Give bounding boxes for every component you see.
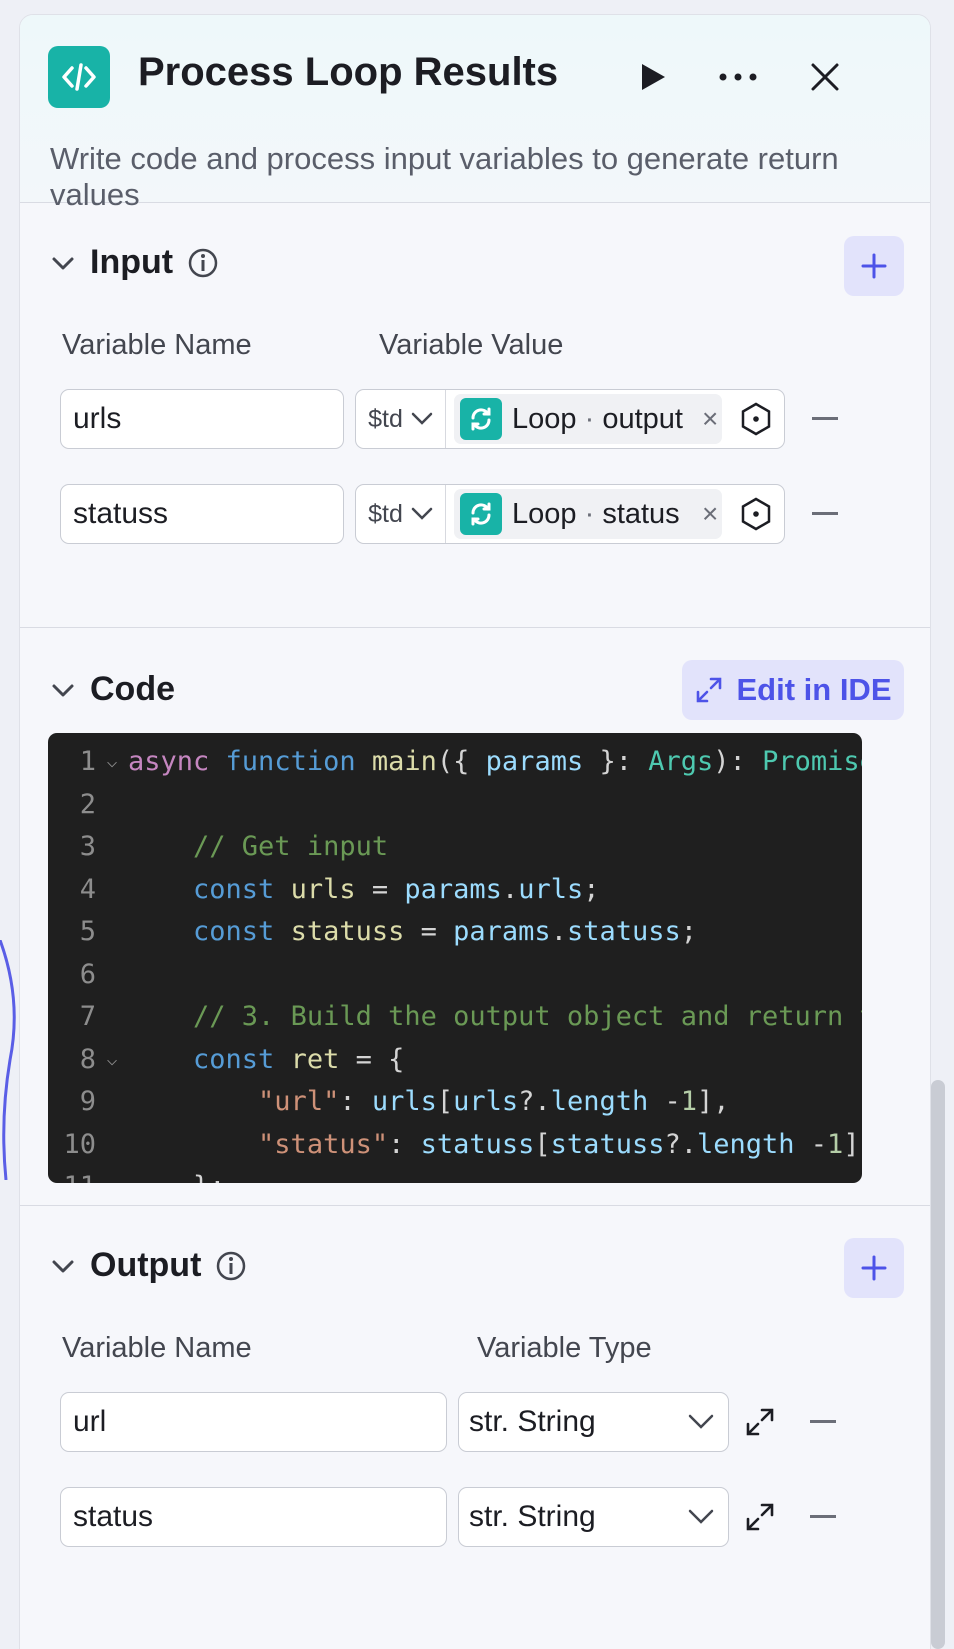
- plus-icon: [861, 253, 887, 279]
- expand-icon: [746, 1503, 774, 1531]
- edit-in-ide-button[interactable]: Edit in IDE: [682, 660, 904, 720]
- code-section: Code Edit in IDE 1 ⌵ async function main({…: [20, 628, 930, 1206]
- panel-scrollbar[interactable]: [931, 1080, 945, 1649]
- code-editor[interactable]: 1 ⌵ async function main({ params }: Args):…: [48, 733, 862, 1183]
- reference-picker-icon[interactable]: [736, 399, 776, 439]
- chevron-down-icon: [411, 507, 433, 520]
- expand-output-button[interactable]: [738, 1495, 782, 1539]
- node-title[interactable]: Process Loop Results: [138, 50, 558, 95]
- clear-reference-icon[interactable]: ×: [702, 403, 718, 435]
- remove-output-button[interactable]: [801, 1400, 845, 1444]
- run-button[interactable]: [629, 53, 677, 101]
- variable-reference-chip[interactable]: Loop · status ×: [454, 489, 722, 539]
- remove-input-button[interactable]: [803, 492, 847, 536]
- input-section-title: Input: [90, 243, 174, 281]
- code-line: 7 // 3. Build the output object and retu…: [79, 1001, 862, 1032]
- info-icon[interactable]: [215, 1250, 247, 1282]
- code-line: 11 };: [48, 1165, 225, 1183]
- value-type-select[interactable]: $td: [356, 485, 446, 543]
- input-col-name-label: Variable Name: [62, 329, 252, 361]
- canvas-connection-edge: [0, 940, 16, 1180]
- code-line: 6: [79, 959, 96, 990]
- info-icon[interactable]: [187, 247, 219, 279]
- code-line: 8 ⌵ const ret = {: [79, 1044, 405, 1075]
- code-line: 1 ⌵ async function main({ params }: Args):…: [79, 746, 862, 777]
- variable-reference-chip[interactable]: Loop · output ×: [454, 394, 722, 444]
- code-line: 9 "url": urls[urls?.length -1],: [79, 1086, 730, 1117]
- plus-icon: [861, 1255, 887, 1281]
- code-line: 3 // Get input: [79, 831, 389, 862]
- value-type-label: $td: [368, 404, 403, 433]
- reference-label: Loop · output: [512, 402, 683, 435]
- output-section-title: Output: [90, 1246, 202, 1284]
- clear-reference-icon[interactable]: ×: [702, 498, 718, 530]
- ellipsis-icon: [719, 73, 757, 81]
- output-variable-type-select[interactable]: str. String: [458, 1392, 729, 1452]
- add-input-button[interactable]: [844, 236, 904, 296]
- expand-icon: [696, 677, 721, 703]
- input-variable-name-field[interactable]: statuss: [60, 484, 344, 544]
- play-icon: [642, 64, 665, 90]
- loop-node-icon: [460, 398, 502, 440]
- remove-input-button[interactable]: [803, 397, 847, 441]
- output-col-type-label: Variable Type: [477, 1332, 652, 1364]
- remove-output-button[interactable]: [801, 1495, 845, 1539]
- minus-icon: [812, 417, 838, 420]
- reference-label: Loop · status: [512, 497, 680, 530]
- more-options-button[interactable]: [714, 53, 762, 101]
- input-variable-name-field[interactable]: urls: [60, 389, 344, 449]
- input-col-value-label: Variable Value: [379, 329, 564, 361]
- output-section: Output Variable Name Variable Type url s…: [20, 1206, 930, 1649]
- output-type-label: str. String: [469, 1500, 596, 1533]
- code-line: 5 const statuss = params.statuss;: [79, 916, 698, 947]
- expand-icon: [746, 1408, 774, 1436]
- close-icon: [811, 63, 839, 91]
- minus-icon: [810, 1515, 836, 1518]
- input-variable-value-field: $td Loop · output ×: [355, 389, 785, 449]
- chevron-down-icon[interactable]: [50, 250, 76, 276]
- input-section: Input Variable Name Variable Value urls …: [20, 203, 930, 628]
- code-line: 2: [79, 789, 96, 820]
- reference-picker-icon[interactable]: [736, 494, 776, 534]
- loop-node-icon: [460, 493, 502, 535]
- add-output-button[interactable]: [844, 1238, 904, 1298]
- output-variable-name-field[interactable]: url: [60, 1392, 447, 1452]
- close-button[interactable]: [801, 53, 849, 101]
- output-type-label: str. String: [469, 1405, 596, 1438]
- input-variable-value-field: $td Loop · status ×: [355, 484, 785, 544]
- node-config-panel: Process Loop Results Write code and proc…: [19, 14, 931, 1649]
- output-section-header[interactable]: Output: [50, 1246, 247, 1285]
- output-col-name-label: Variable Name: [62, 1332, 252, 1364]
- chevron-down-icon[interactable]: [50, 677, 76, 703]
- code-line: 10 "status": statuss[statuss?.length -1]…: [63, 1129, 862, 1160]
- minus-icon: [810, 1420, 836, 1423]
- output-variable-name-field[interactable]: status: [60, 1487, 447, 1547]
- chevron-down-icon: [688, 1414, 714, 1429]
- code-section-header[interactable]: Code: [50, 670, 175, 709]
- code-node-icon: [48, 46, 110, 108]
- value-type-label: $td: [368, 499, 403, 528]
- expand-output-button[interactable]: [738, 1400, 782, 1444]
- output-variable-type-select[interactable]: str. String: [458, 1487, 729, 1547]
- chevron-down-icon: [411, 412, 433, 425]
- code-line: 4 const urls = params.urls;: [79, 874, 600, 905]
- code-section-title: Code: [90, 670, 175, 708]
- input-section-header[interactable]: Input: [50, 243, 219, 282]
- minus-icon: [812, 512, 838, 515]
- edit-in-ide-label: Edit in IDE: [736, 672, 892, 707]
- panel-header: Process Loop Results Write code and proc…: [20, 15, 930, 212]
- value-type-select[interactable]: $td: [356, 390, 446, 448]
- chevron-down-icon[interactable]: [50, 1253, 76, 1279]
- chevron-down-icon: [688, 1509, 714, 1524]
